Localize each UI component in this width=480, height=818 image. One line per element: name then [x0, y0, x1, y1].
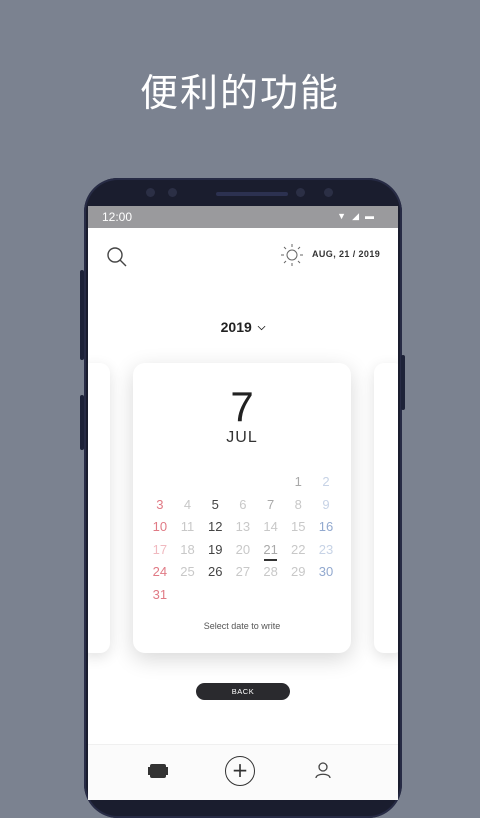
year-label: 2019: [220, 319, 252, 335]
calendar-day[interactable]: 10: [146, 516, 174, 539]
calendar-empty-cell: [257, 471, 285, 494]
month-label: JUL: [226, 429, 258, 446]
search-icon[interactable]: [106, 246, 128, 268]
calendar-day[interactable]: 11: [174, 516, 202, 539]
calendar-day[interactable]: 12: [201, 516, 229, 539]
calendar-day[interactable]: 27: [229, 561, 257, 584]
back-button[interactable]: BACK: [196, 683, 290, 700]
select-date-hint: Select date to write: [203, 621, 281, 631]
calendar-day[interactable]: 2: [312, 471, 340, 494]
calendar-day[interactable]: 31: [146, 584, 174, 607]
calendar-day[interactable]: 20: [229, 539, 257, 562]
calendar-empty-cell: [229, 584, 257, 607]
promo-headline: 便利的功能: [139, 71, 340, 115]
sensor: [324, 188, 333, 197]
calendar-day[interactable]: 22: [284, 539, 312, 562]
sensor: [168, 188, 177, 197]
calendar-day[interactable]: 28: [257, 561, 285, 584]
calendar-day[interactable]: 5: [201, 494, 229, 517]
prev-month-card[interactable]: [88, 363, 110, 653]
user-icon[interactable]: [314, 761, 332, 779]
calendar-empty-cell: [174, 584, 202, 607]
calendar-empty-cell: [201, 471, 229, 494]
year-selector[interactable]: 2019 ⌵: [88, 319, 398, 335]
chevron-down-icon: ⌵: [257, 322, 266, 333]
plus-icon[interactable]: +: [225, 756, 255, 786]
calendar-day[interactable]: 17: [146, 539, 174, 562]
calendar-day[interactable]: 14: [257, 516, 285, 539]
calendar-day[interactable]: 3: [146, 494, 174, 517]
power-button: [401, 355, 405, 410]
selected-day: 7: [230, 383, 254, 430]
bottom-nav: +: [88, 744, 398, 800]
calendar-day[interactable]: 9: [312, 494, 340, 517]
speaker-grille: [216, 192, 288, 196]
calendar-day[interactable]: 19: [201, 539, 229, 562]
calendar-day[interactable]: 26: [201, 561, 229, 584]
calendar-empty-cell: [312, 584, 340, 607]
status-bar: 12:00 ▼◢▬: [88, 206, 398, 228]
calendar-day[interactable]: 15: [284, 516, 312, 539]
calendar-day[interactable]: 16: [312, 516, 340, 539]
calendar-day[interactable]: 7: [257, 494, 285, 517]
calendar-week: 12: [146, 471, 340, 494]
calendar-day[interactable]: 23: [312, 539, 340, 562]
next-month-card[interactable]: [374, 363, 398, 653]
calendar-day[interactable]: 24: [146, 561, 174, 584]
calendar-day[interactable]: 4: [174, 494, 202, 517]
front-camera: [296, 188, 305, 197]
calendar-week: 3456789: [146, 494, 340, 517]
calendar-day[interactable]: 13: [229, 516, 257, 539]
calendar-day[interactable]: 8: [284, 494, 312, 517]
volume-button: [80, 270, 84, 360]
calendar-week: 31: [146, 584, 340, 607]
app-header: AUG, 21 / 2019: [88, 228, 398, 288]
sun-icon[interactable]: [280, 243, 304, 267]
calendar-day[interactable]: 6: [229, 494, 257, 517]
calendar-day[interactable]: 25: [174, 561, 202, 584]
app-screen: 12:00 ▼◢▬ AUG, 21 / 2019 2019 ⌵ 7 JUL 123…: [88, 206, 398, 800]
calendar-icon[interactable]: [148, 763, 168, 779]
calendar-empty-cell: [229, 471, 257, 494]
sensor: [146, 188, 155, 197]
calendar-day[interactable]: 21: [257, 539, 285, 562]
calendar-empty-cell: [257, 584, 285, 607]
calendar-grid: 1 2 3 4 5 6 7 8 9 10 11 12 13 14 15 16 17 18 19 20 21 22 23 24 2…: [146, 471, 340, 606]
calendar-day[interactable]: 29: [284, 561, 312, 584]
current-date: AUG, 21 / 2019: [312, 249, 381, 259]
calendar-week: 17 18 19 20 21 22 23: [146, 539, 340, 562]
calendar-empty-cell: [284, 584, 312, 607]
calendar-week: 24 25 26 27 28 29 30: [146, 561, 340, 584]
calendar-day[interactable]: 1: [284, 471, 312, 494]
calendar-empty-cell: [146, 471, 174, 494]
calendar-empty-cell: [174, 471, 202, 494]
calendar-week: 10 11 12 13 14 15 16: [146, 516, 340, 539]
bixby-button: [80, 395, 84, 450]
status-time: 12:00: [102, 210, 133, 224]
calendar-day[interactable]: 18: [174, 539, 202, 562]
month-card: 7 JUL 1 2 3 4 5 6 7 8 9 10 11 12 13 14 15 16 17 18 19 20 21 2…: [133, 363, 351, 653]
status-icons: ▼◢▬: [337, 211, 380, 221]
calendar-empty-cell: [201, 584, 229, 607]
calendar-day[interactable]: 30: [312, 561, 340, 584]
